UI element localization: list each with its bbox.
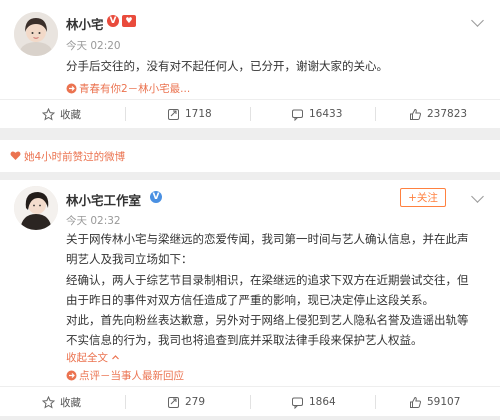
comment-count: 16433 <box>309 108 343 120</box>
repost-button[interactable]: 1718 <box>167 103 212 125</box>
vip-badge-icon: ♥ <box>122 15 136 27</box>
divider <box>250 107 251 121</box>
collapse-label: 收起全文 <box>66 352 108 364</box>
comment-button[interactable]: 16433 <box>291 103 342 125</box>
like-button[interactable]: 59107 <box>409 391 460 413</box>
thumbs-up-icon <box>410 108 421 120</box>
star-icon <box>42 395 55 409</box>
thumbs-up-icon <box>410 396 421 408</box>
divider <box>0 99 500 100</box>
favorite-label: 收藏 <box>60 108 81 121</box>
action-bar: 收藏 279 1864 59107 <box>0 391 500 413</box>
repost-count: 279 <box>185 396 206 408</box>
section-gap <box>0 172 500 180</box>
post-text-line: 对此，首先向粉丝表达歉意，另外对于网络上侵犯到艺人隐私名誉及造谣出轨等 <box>66 313 469 328</box>
section-gap <box>0 416 500 420</box>
comment-button[interactable]: 1864 <box>291 391 336 413</box>
post-time[interactable]: 今天 02:20 <box>66 38 121 53</box>
verified-v-icon: V <box>150 191 162 203</box>
like-count: 59107 <box>427 396 461 408</box>
repost-count: 1718 <box>185 108 212 120</box>
chevron-down-icon[interactable] <box>471 14 484 27</box>
action-bar: 收藏 1718 16433 237823 <box>0 103 500 125</box>
verified-v-icon: V <box>107 15 119 27</box>
divider <box>250 395 251 409</box>
link-icon <box>66 83 77 94</box>
link-icon <box>66 370 77 381</box>
divider <box>375 395 376 409</box>
divider <box>125 107 126 121</box>
star-icon <box>42 107 55 121</box>
weibo-post-1: 林小宅 V ♥ 今天 02:20 分手后交往的，没有对不起任何人，已分开，谢谢大… <box>0 0 500 128</box>
favorite-button[interactable]: 收藏 <box>42 391 81 413</box>
heart-icon <box>10 151 21 160</box>
repost-icon <box>168 396 179 408</box>
comment-count: 1864 <box>309 396 336 408</box>
post-text-line: 明艺人及我司立场如下： <box>66 252 193 267</box>
comment-icon <box>292 397 303 409</box>
post-text: 关于网传林小宅与梁继远的恋爱传闻，我司第一时间与艺人确认信息，并在此声 明艺人及… <box>66 229 491 351</box>
post-text-line: 由于昨日的事件对双方信任造成了严重的影响，现已决定停止这段关系。 <box>66 292 434 307</box>
chevron-up-icon <box>112 355 120 360</box>
post-text: 分手后交往的，没有对不起任何人，已分开，谢谢大家的关心。 <box>66 59 388 73</box>
avatar-image <box>14 12 58 56</box>
favorite-label: 收藏 <box>60 396 81 409</box>
post-time[interactable]: 今天 02:32 <box>66 213 121 228</box>
avatar[interactable] <box>14 186 58 230</box>
comment-icon <box>292 109 303 121</box>
source-link-label: 点评－当事人最新回应 <box>79 370 184 382</box>
source-link[interactable]: 青春有你2－林小宅最... <box>66 81 190 96</box>
section-gap <box>0 128 500 140</box>
avatar-image <box>14 186 58 230</box>
source-link-label: 青春有你2－林小宅最... <box>79 83 191 95</box>
author-name[interactable]: 林小宅 <box>66 14 104 33</box>
post-text-line: 关于网传林小宅与梁继远的恋爱传闻，我司第一时间与艺人确认信息，并在此声 <box>66 232 469 246</box>
source-link[interactable]: 点评－当事人最新回应 <box>66 368 184 383</box>
liked-notice-text: 她4小时前赞过的微博 <box>24 151 126 163</box>
chevron-down-icon[interactable] <box>471 190 484 203</box>
divider <box>0 386 500 387</box>
like-count: 237823 <box>427 108 468 120</box>
post-text-line: 不实信息的行为，我司也将追查到底并采取法律手段来保护艺人权益。 <box>66 333 423 348</box>
collapse-link[interactable]: 收起全文 <box>66 350 120 365</box>
divider <box>375 107 376 121</box>
like-button[interactable]: 237823 <box>409 103 467 125</box>
repost-icon <box>168 108 179 120</box>
post-text-line: 经确认，两人于综艺节目录制相识，在梁继远的追求下双方在近期尝试交往，但 <box>66 272 469 287</box>
author-name[interactable]: 林小宅工作室 <box>66 190 141 209</box>
repost-button[interactable]: 279 <box>167 391 205 413</box>
favorite-button[interactable]: 收藏 <box>42 103 81 125</box>
avatar[interactable] <box>14 12 58 56</box>
liked-notice: 她4小时前赞过的微博 <box>0 140 500 172</box>
follow-button[interactable]: +关注 <box>400 188 446 207</box>
divider <box>125 395 126 409</box>
